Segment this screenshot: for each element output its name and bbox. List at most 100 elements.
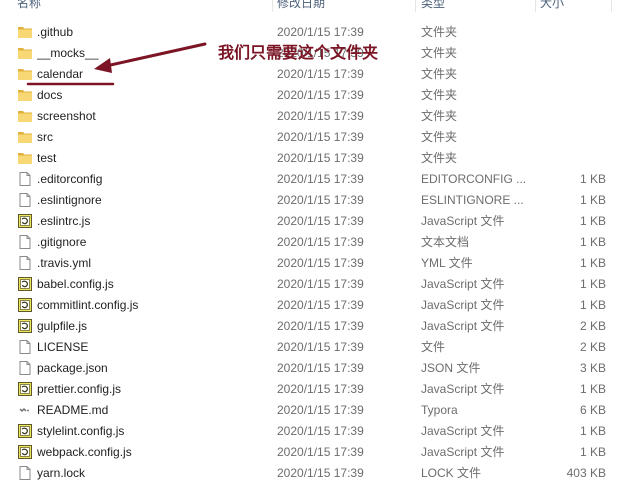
js-file-icon [17,318,33,334]
folder-icon [17,24,33,40]
file-row[interactable]: yarn.lock 2020/1/15 17:39 LOCK 文件 403 KB [0,463,638,484]
file-name: .github [37,25,74,39]
file-row[interactable]: .gitignore 2020/1/15 17:39 文本文档 1 KB [0,232,638,253]
blank-file-icon [17,234,33,250]
file-type: JavaScript 文件 [421,298,505,312]
file-size [540,106,606,127]
file-date: 2020/1/15 17:39 [277,424,364,438]
file-type: 文件夹 [421,46,458,60]
file-date: 2020/1/15 17:39 [277,130,364,144]
file-name: gulpfile.js [37,319,88,333]
folder-icon [17,45,33,61]
file-size [540,64,606,85]
file-row[interactable]: .eslintignore 2020/1/15 17:39 ESLINTIGNORE… [0,190,638,211]
file-row[interactable]: babel.config.js 2020/1/15 17:39 JavaScript… [0,274,638,295]
file-type: JavaScript 文件 [421,319,505,333]
file-row[interactable]: stylelint.config.js 2020/1/15 17:39 JavaSc… [0,421,638,442]
folder-icon [17,87,33,103]
js-file-icon [17,297,33,313]
file-type: JSON 文件 [421,361,481,375]
file-date: 2020/1/15 17:39 [277,298,364,312]
file-name: .travis.yml [37,256,91,270]
file-row[interactable]: test 2020/1/15 17:39 文件夹 [0,148,638,169]
file-name: babel.config.js [37,277,114,291]
file-size: 1 KB [579,277,606,291]
file-type: 文件夹 [421,67,458,81]
file-type: JavaScript 文件 [421,214,505,228]
file-type: JavaScript 文件 [421,445,505,459]
file-size: 1 KB [579,172,606,186]
file-name: src [37,130,53,144]
file-date: 2020/1/15 17:39 [277,319,364,333]
file-list: .github 2020/1/15 17:39 文件夹 __mocks__ 2020/1… [0,22,638,484]
header-size[interactable]: 大小 [540,0,564,12]
file-name: .eslintrc.js [37,214,91,228]
file-date: 2020/1/15 17:39 [277,67,364,81]
column-divider[interactable] [272,0,273,12]
file-size: 3 KB [579,361,606,375]
file-size: 1 KB [579,193,606,207]
column-divider[interactable] [415,0,416,12]
blank-file-icon [17,465,33,481]
file-type: 文本文档 [421,235,470,249]
file-date: 2020/1/15 17:39 [277,256,364,270]
file-size [540,43,606,64]
file-date: 2020/1/15 17:39 [277,193,364,207]
file-date: 2020/1/15 17:39 [277,277,364,291]
file-name: README.md [37,403,109,417]
file-name: test [37,151,57,165]
column-divider[interactable] [611,0,612,12]
file-row[interactable]: .travis.yml 2020/1/15 17:39 YML 文件 1 KB [0,253,638,274]
file-row[interactable]: gulpfile.js 2020/1/15 17:39 JavaScript 文件 2… [0,316,638,337]
js-file-icon [17,213,33,229]
column-divider[interactable] [535,0,536,12]
file-size: 2 KB [579,340,606,354]
js-file-icon [17,423,33,439]
file-row[interactable]: prettier.config.js 2020/1/15 17:39 JavaScr… [0,379,638,400]
blank-file-icon [17,192,33,208]
file-name: yarn.lock [37,466,86,480]
file-name: LICENSE [37,340,89,354]
file-size: 1 KB [579,214,606,228]
file-type: Typora [421,403,458,417]
file-size: 1 KB [579,445,606,459]
file-size: 1 KB [579,235,606,249]
column-header: 名称 修改日期 类型 大小 [0,0,638,12]
file-name: docs [37,88,63,102]
blank-file-icon [17,255,33,271]
file-size: 403 KB [566,466,606,480]
folder-icon [17,108,33,124]
folder-icon [17,129,33,145]
header-date[interactable]: 修改日期 [277,0,325,12]
file-date: 2020/1/15 17:39 [277,340,364,354]
file-date: 2020/1/15 17:39 [277,172,364,186]
file-row[interactable]: package.json 2020/1/15 17:39 JSON 文件 3 KB [0,358,638,379]
file-name: screenshot [37,109,96,123]
file-size: 2 KB [579,319,606,333]
file-row[interactable]: .editorconfig 2020/1/15 17:39 EDITORCONFIG… [0,169,638,190]
file-row[interactable]: src 2020/1/15 17:39 文件夹 [0,127,638,148]
file-date: 2020/1/15 17:39 [277,382,364,396]
file-row[interactable]: screenshot 2020/1/15 17:39 文件夹 [0,106,638,127]
file-type: 文件夹 [421,130,458,144]
file-size [540,85,606,106]
file-type: 文件夹 [421,151,458,165]
header-type[interactable]: 类型 [421,0,445,12]
file-type: LOCK 文件 [421,466,482,480]
file-row[interactable]: .github 2020/1/15 17:39 文件夹 [0,22,638,43]
file-row[interactable]: docs 2020/1/15 17:39 文件夹 [0,85,638,106]
markdown-file-icon [17,402,33,418]
file-row[interactable]: calendar 2020/1/15 17:39 文件夹 [0,64,638,85]
file-row[interactable]: .eslintrc.js 2020/1/15 17:39 JavaScript 文件… [0,211,638,232]
file-type: ESLINTIGNORE ... [421,193,524,207]
header-name[interactable]: 名称 [17,0,41,12]
file-row[interactable]: README.md 2020/1/15 17:39 Typora 6 KB [0,400,638,421]
file-row[interactable]: LICENSE 2020/1/15 17:39 文件 2 KB [0,337,638,358]
file-name: stylelint.config.js [37,424,125,438]
file-date: 2020/1/15 17:39 [277,214,364,228]
file-row[interactable]: commitlint.config.js 2020/1/15 17:39 JavaS… [0,295,638,316]
file-date: 2020/1/15 17:39 [277,25,364,39]
file-row[interactable]: webpack.config.js 2020/1/15 17:39 JavaScri… [0,442,638,463]
file-size [540,22,606,43]
annotation-text: 我们只需要这个文件夹 [218,43,379,62]
